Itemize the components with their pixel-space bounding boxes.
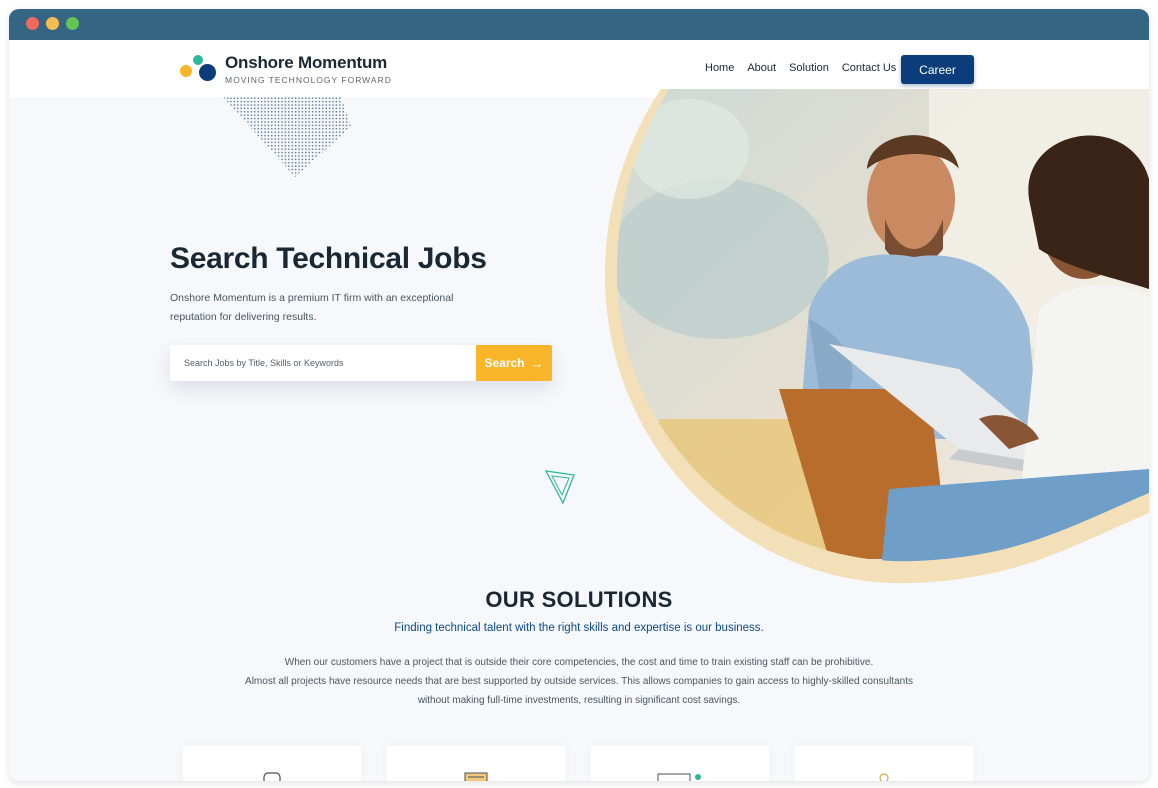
solutions-title: OUR SOLUTIONS bbox=[485, 587, 673, 612]
nav-link-contact-us[interactable]: Contact Us bbox=[842, 62, 896, 74]
solutions-subtitle: Finding technical talent with the right … bbox=[394, 622, 764, 634]
nav-link-about[interactable]: About bbox=[747, 62, 776, 74]
nav-link-solution[interactable]: Solution bbox=[789, 62, 829, 74]
minimize-dot-icon[interactable] bbox=[46, 17, 59, 30]
arrow-right-icon: → bbox=[530, 355, 544, 371]
job-search-form: Search → bbox=[170, 345, 552, 381]
nav-link-home[interactable]: Home bbox=[705, 62, 734, 74]
solutions-body-line: When our customers have a project that i… bbox=[284, 657, 874, 668]
search-button-label: Search bbox=[484, 356, 525, 370]
hero-title: Search Technical Jobs bbox=[170, 242, 487, 275]
brand-name: Onshore Momentum bbox=[225, 53, 388, 72]
solutions-body: When our customers have a project that i… bbox=[229, 653, 929, 710]
hero-description: Onshore Momentum is a premium IT firm wi… bbox=[170, 292, 454, 323]
person-icon bbox=[879, 773, 889, 781]
chat-icon bbox=[263, 772, 281, 781]
solutions-body-line: Almost all projects have resource needs … bbox=[245, 676, 913, 687]
job-search-input[interactable] bbox=[170, 345, 476, 381]
browser-window: Onshore Momentum MOVING TECHNOLOGY FORWA… bbox=[9, 9, 1149, 781]
career-button[interactable]: Career bbox=[901, 55, 974, 84]
dot-pattern-decoration bbox=[223, 97, 351, 177]
solution-card[interactable] bbox=[591, 746, 769, 781]
logo-mark-icon bbox=[180, 55, 220, 87]
triangle-decoration bbox=[544, 470, 575, 505]
solution-card[interactable] bbox=[387, 746, 565, 781]
close-dot-icon[interactable] bbox=[26, 17, 39, 30]
main-nav: Home About Solution Contact Us bbox=[705, 62, 896, 74]
solution-card[interactable] bbox=[183, 746, 361, 781]
monitor-icon bbox=[657, 773, 701, 781]
search-button[interactable]: Search → bbox=[476, 345, 552, 381]
window-titlebar bbox=[9, 9, 1149, 40]
solutions-body-line: without making full-time investments, re… bbox=[417, 695, 741, 706]
solution-card[interactable] bbox=[795, 746, 973, 781]
maximize-dot-icon[interactable] bbox=[66, 17, 79, 30]
document-icon bbox=[464, 772, 488, 781]
hero-photo bbox=[605, 89, 1149, 584]
brand-tagline: MOVING TECHNOLOGY FORWARD bbox=[225, 75, 392, 85]
